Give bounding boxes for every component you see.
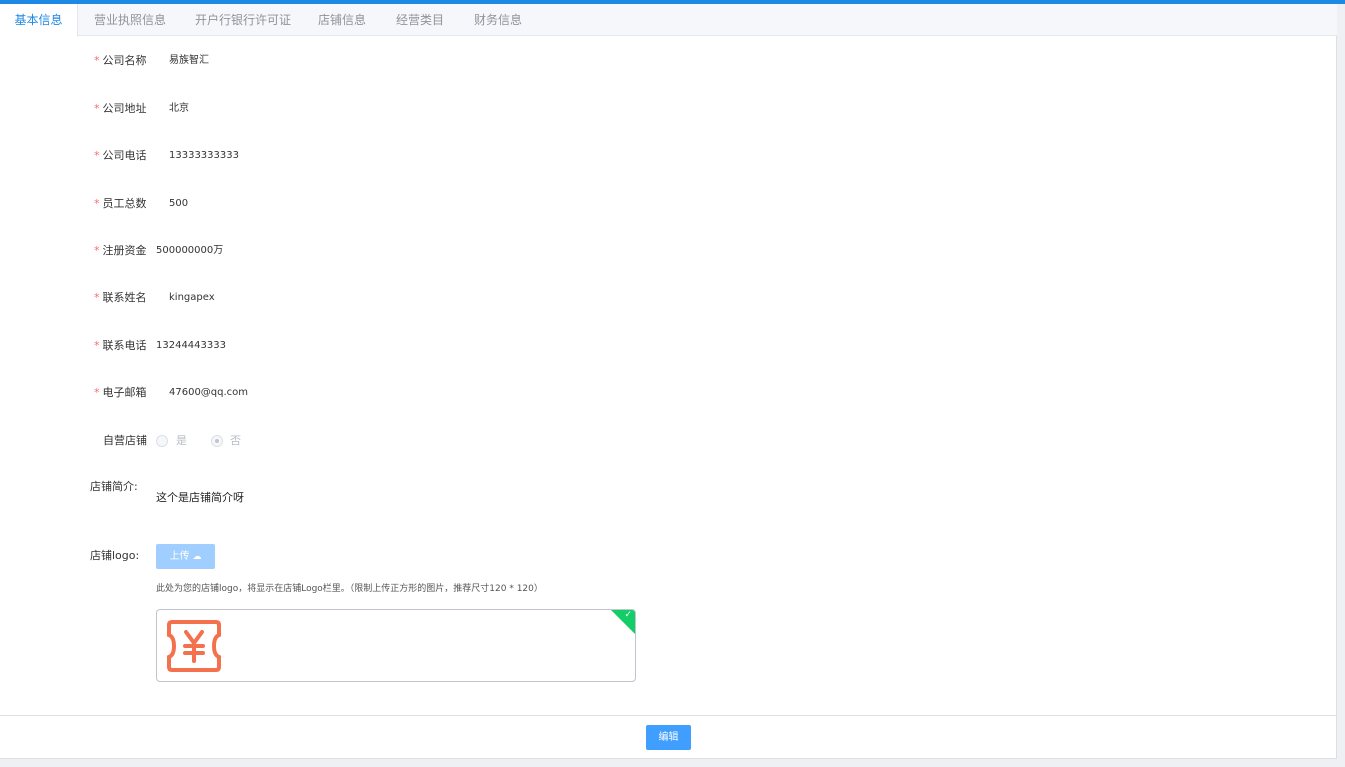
- contact-name-value: kingapex: [169, 292, 215, 303]
- tab-bank-license[interactable]: 开户行银行许可证: [195, 4, 291, 36]
- edit-button[interactable]: 编辑: [646, 725, 691, 750]
- required-mark: *: [94, 244, 100, 257]
- tab-business-license[interactable]: 营业执照信息: [94, 4, 166, 36]
- required-mark: *: [94, 197, 100, 210]
- email-value: 47600@qq.com: [169, 387, 249, 398]
- form-label: * 公司名称: [94, 54, 147, 67]
- form-label: 店铺简介:: [90, 480, 138, 493]
- required-mark: *: [94, 102, 100, 115]
- store-intro-value: 这个是店铺简介呀: [156, 491, 244, 504]
- yen-coupon-icon: [167, 620, 221, 672]
- registered-capital-value: 500000000万: [156, 245, 224, 256]
- company-phone-value: 13333333333: [169, 150, 239, 161]
- store-info-panel: 基本信息 营业执照信息 开户行银行许可证 店铺信息 经营类目 财务信息 * 公司名…: [0, 4, 1337, 759]
- employee-count-value: 500: [169, 198, 189, 209]
- form-label: * 员工总数: [94, 197, 147, 210]
- tab-business-category[interactable]: 经营类目: [396, 4, 444, 36]
- radio-no-label: 否: [230, 434, 241, 447]
- footer-divider: [0, 715, 1337, 716]
- logo-hint: 此处为您的店铺logo，将显示在店铺Logo栏里。（限制上传正方形的图片，推荐尺…: [156, 584, 543, 594]
- tab-bar: 基本信息 营业执照信息 开户行银行许可证 店铺信息 经营类目 财务信息: [0, 4, 1337, 37]
- store-logo-label: 店铺logo:: [90, 549, 140, 562]
- required-mark: *: [94, 386, 100, 399]
- form-label: * 联系电话: [94, 339, 147, 352]
- cloud-upload-icon: ☁: [192, 552, 202, 562]
- radio-yes[interactable]: [156, 435, 168, 447]
- form-label: * 注册资金: [94, 244, 147, 257]
- form-label: * 电子邮箱: [94, 386, 147, 399]
- required-mark: *: [94, 54, 100, 67]
- form-label: 自营店铺: [103, 434, 147, 447]
- radio-yes-label: 是: [176, 434, 187, 447]
- tab-store-info[interactable]: 店铺信息: [318, 4, 366, 36]
- contact-phone-value: 13244443333: [156, 340, 226, 351]
- form-label: * 联系姓名: [94, 291, 147, 304]
- logo-preview: ✓: [156, 609, 636, 682]
- company-name-value: 易族智汇: [169, 55, 209, 66]
- form-label: * 公司地址: [94, 102, 147, 115]
- check-icon: ✓: [624, 610, 632, 620]
- form-label: * 公司电话: [94, 149, 147, 162]
- company-address-value: 北京: [169, 103, 189, 114]
- required-mark: *: [94, 149, 100, 162]
- tab-finance-info[interactable]: 财务信息: [474, 4, 522, 36]
- tab-basic-info[interactable]: 基本信息: [0, 4, 78, 37]
- upload-button[interactable]: 上传 ☁: [156, 544, 215, 569]
- radio-no[interactable]: [211, 435, 223, 447]
- required-mark: *: [94, 339, 100, 352]
- required-mark: *: [94, 291, 100, 304]
